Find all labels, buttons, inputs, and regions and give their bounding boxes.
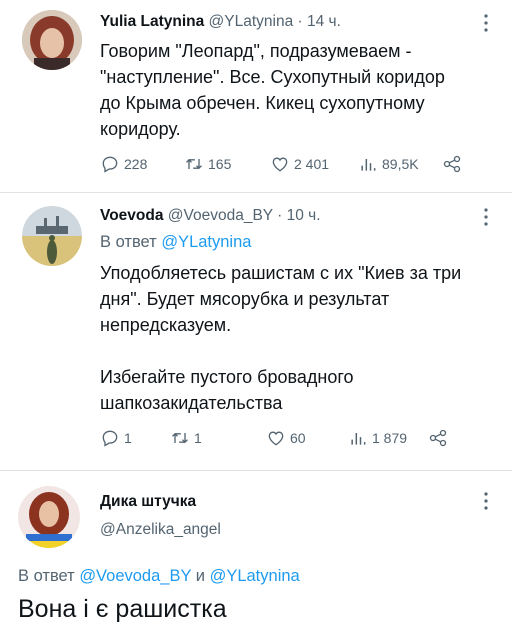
retweet-count: 165 xyxy=(208,156,232,172)
share-icon xyxy=(443,155,461,173)
views-button[interactable]: 89,5K xyxy=(358,154,442,174)
reply-target-link[interactable]: @Voevoda_BY xyxy=(79,567,191,585)
views-icon xyxy=(351,433,366,445)
tweet-text: Уподобляетесь рашистам с их "Киев за три… xyxy=(100,263,462,413)
timestamp[interactable]: · 14 ч. xyxy=(298,13,341,30)
author-handle[interactable]: @Voevoda_BY xyxy=(168,207,273,224)
like-button[interactable]: 60 xyxy=(266,428,348,448)
tweet-handle-row: @Anzelika_angel xyxy=(100,521,221,539)
tweet-text: Вона і є рашистка xyxy=(18,595,227,623)
reply-prefix: В ответ xyxy=(18,567,80,585)
reply-count: 1 xyxy=(124,430,132,446)
more-icon[interactable] xyxy=(484,492,488,510)
reply-button[interactable]: 1 xyxy=(100,428,170,448)
tweet-text: Говорим "Леопард", подразумеваем - "наст… xyxy=(100,41,445,139)
views-icon xyxy=(361,159,376,171)
reply-count: 228 xyxy=(124,156,148,172)
share-button[interactable] xyxy=(442,154,466,174)
tweet-actions: 228 165 2 401 89,5K xyxy=(100,154,466,174)
tweet-header: Дика штучка xyxy=(100,493,196,511)
author-handle[interactable]: @Anzelika_angel xyxy=(100,521,221,538)
like-icon xyxy=(272,157,288,172)
reply-target-link[interactable]: @YLatynina xyxy=(161,233,251,251)
reply-icon xyxy=(102,156,118,173)
divider xyxy=(0,470,512,471)
author-name[interactable]: Yulia Latynina xyxy=(100,13,204,30)
share-icon xyxy=(429,429,447,447)
tweet-actions: 1 1 60 1 879 xyxy=(100,428,452,448)
retweet-icon xyxy=(172,432,188,444)
divider xyxy=(0,192,512,193)
like-count: 2 401 xyxy=(294,156,330,172)
reply-context: В ответ @Voevoda_BY и @YLatynina xyxy=(18,567,300,586)
like-button[interactable]: 2 401 xyxy=(270,154,358,174)
more-icon[interactable] xyxy=(484,208,488,226)
tweet-header: Voevoda @Voevoda_BY · 10 ч. xyxy=(100,207,321,225)
views-count: 1 879 xyxy=(372,430,408,446)
retweet-button[interactable]: 1 xyxy=(170,428,266,448)
reply-target-link[interactable]: @YLatynina xyxy=(210,567,300,585)
share-button[interactable] xyxy=(428,428,452,448)
views-count: 89,5K xyxy=(382,156,419,172)
reply-prefix: В ответ xyxy=(100,233,162,251)
more-icon[interactable] xyxy=(484,14,488,32)
tweet-header: Yulia Latynina @YLatynina · 14 ч. xyxy=(100,13,341,31)
reply-button[interactable]: 228 xyxy=(100,154,184,174)
avatar[interactable] xyxy=(22,206,82,266)
author-name[interactable]: Voevoda xyxy=(100,207,163,224)
reply-and: и xyxy=(191,567,210,585)
avatar[interactable] xyxy=(22,10,82,70)
reply-icon xyxy=(102,430,118,447)
like-icon xyxy=(268,431,284,446)
avatar[interactable] xyxy=(18,486,80,548)
author-name[interactable]: Дика штучка xyxy=(100,493,196,510)
timestamp[interactable]: · 10 ч. xyxy=(277,207,320,224)
retweet-button[interactable]: 165 xyxy=(184,154,270,174)
retweet-icon xyxy=(186,158,202,170)
retweet-count: 1 xyxy=(194,430,202,446)
reply-context: В ответ @YLatynina xyxy=(100,233,251,252)
views-button[interactable]: 1 879 xyxy=(348,428,428,448)
like-count: 60 xyxy=(290,430,306,446)
author-handle[interactable]: @YLatynina xyxy=(209,13,294,30)
